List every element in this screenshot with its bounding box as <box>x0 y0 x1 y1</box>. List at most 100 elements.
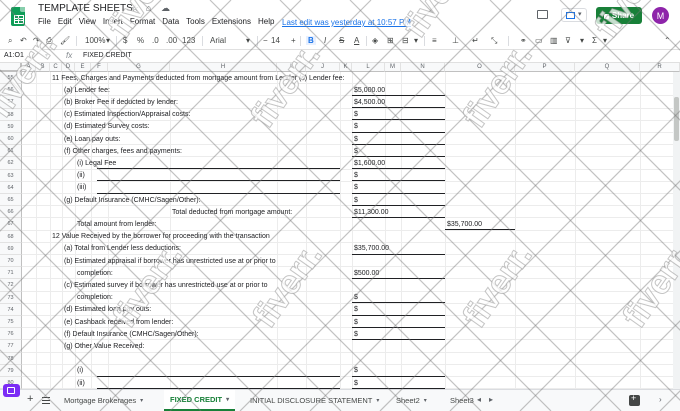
row-header[interactable]: 73 <box>0 291 22 304</box>
sheets-logo-icon[interactable] <box>11 7 25 26</box>
text-color-button[interactable]: A <box>354 36 359 45</box>
functions-icon[interactable]: Σ <box>592 36 597 45</box>
column-header-j[interactable]: J <box>306 63 340 72</box>
comment-history-icon[interactable] <box>537 10 548 19</box>
column-header-h[interactable]: H <box>170 63 277 72</box>
cell-e71[interactable]: completion: <box>77 269 113 278</box>
row-header[interactable]: 76 <box>0 328 22 341</box>
row-header[interactable]: 77 <box>0 340 22 353</box>
currency-format-button[interactable]: $ <box>123 36 127 45</box>
cell-l56[interactable]: $5,000.00 <box>354 86 385 95</box>
name-box[interactable]: A1:O1 <box>4 52 24 59</box>
row-header[interactable]: 78 <box>0 352 22 365</box>
font-size-input[interactable]: 14 <box>271 36 280 45</box>
row-header[interactable]: 75 <box>0 316 22 329</box>
cell-d57[interactable]: (b) Broker Fee if deducted by lender: <box>64 98 178 107</box>
menu-item-data[interactable]: Data <box>162 17 179 26</box>
present-button[interactable]: ▾ <box>561 8 587 22</box>
menu-item-tools[interactable]: Tools <box>186 17 205 26</box>
column-header-i[interactable]: I <box>277 63 306 72</box>
cell-l64[interactable]: $ <box>354 183 358 192</box>
zoom-select[interactable]: 100% <box>85 36 105 45</box>
cell-c55[interactable]: 11 Fees, Charges and Payments deducted f… <box>52 74 344 83</box>
row-header[interactable]: 64 <box>0 181 22 194</box>
column-header-o[interactable]: O <box>445 63 515 72</box>
row-header[interactable]: 62 <box>0 157 22 170</box>
horizontal-align-icon[interactable]: ≡ <box>432 36 437 45</box>
cell-d58[interactable]: (c) Estimated Inspection/Appraisal costs… <box>64 110 190 119</box>
cell-l69[interactable]: $35,700.00 <box>354 244 389 253</box>
cell-h66[interactable]: Total deducted from mortgage amount: <box>172 208 292 217</box>
cell-d74[interactable]: (d) Estimated loan pay outs: <box>64 305 151 314</box>
menu-item-insert[interactable]: Insert <box>103 17 123 26</box>
text-wrap-icon[interactable]: ↵ <box>472 36 479 45</box>
row-header[interactable]: 56 <box>0 84 22 97</box>
row-header[interactable]: 66 <box>0 206 22 219</box>
font-size-increase-icon[interactable]: + <box>291 36 296 45</box>
strikethrough-button[interactable]: S <box>339 36 344 45</box>
chevron-up-icon[interactable]: ⌃ <box>664 36 671 45</box>
chevron-down-icon[interactable]: ▾ <box>424 397 427 404</box>
font-family-select[interactable]: Arial <box>210 36 226 45</box>
row-header[interactable]: 58 <box>0 108 22 121</box>
cell-l79[interactable]: $ <box>354 366 358 375</box>
cell-e63[interactable]: (ii) <box>77 171 85 180</box>
menu-item-extensions[interactable]: Extensions <box>212 17 251 26</box>
cell-e73[interactable]: completion: <box>77 293 113 302</box>
last-edit-link[interactable]: Last edit was yesterday at 10:57 PM <box>282 18 411 27</box>
cell-l76[interactable]: $ <box>354 330 358 339</box>
menu-item-view[interactable]: View <box>79 17 96 26</box>
sheet-tab-mortgage-brokerages[interactable]: Mortgage Brokerages ▾ <box>58 390 149 411</box>
cell-e64[interactable]: (iii) <box>77 183 86 192</box>
chevron-right-icon[interactable]: ▸ <box>489 395 493 404</box>
cell-l62[interactable]: $1,600.00 <box>354 159 385 168</box>
cell-l61[interactable]: $ <box>354 147 358 156</box>
cell-d65[interactable]: (g) Default Insurance (CMHC/Sagen/Other)… <box>64 196 201 205</box>
cell-d59[interactable]: (d) Estimated Survey costs: <box>64 122 150 131</box>
cell-l63[interactable]: $ <box>354 171 358 180</box>
column-header-f[interactable]: F <box>91 63 108 72</box>
sheet-tab-initial-disclosure-statement[interactable]: INITIAL DISCLOSURE STATEMENT ▾ <box>244 390 385 411</box>
column-header-b[interactable]: B <box>36 63 50 72</box>
star-icon[interactable]: ☆ <box>131 3 139 14</box>
share-button[interactable]: Share <box>596 7 642 24</box>
fill-color-icon[interactable]: ◈ <box>372 36 378 45</box>
menu-item-help[interactable]: Help <box>258 17 274 26</box>
column-header-l[interactable]: L <box>352 63 385 72</box>
cell-l57[interactable]: $4,500.00 <box>354 98 385 107</box>
chevron-down-icon[interactable]: ▾ <box>226 396 229 403</box>
cell-d76[interactable]: (f) Default Insurance (CMHC/Sagen/Other)… <box>64 330 199 339</box>
cell-l73[interactable]: $ <box>354 293 358 302</box>
chevron-down-icon[interactable]: ▾ <box>140 397 143 404</box>
cell-l59[interactable]: $ <box>354 122 358 131</box>
select-all-corner[interactable] <box>0 63 22 72</box>
cell-e67[interactable]: Total amount from lender: <box>77 220 156 229</box>
cell-l60[interactable]: $ <box>354 135 358 144</box>
sheet-tab-fixed-credit[interactable]: FIXED CREDIT ▾ <box>164 390 236 411</box>
insert-link-icon[interactable]: ⚭ <box>520 36 527 45</box>
menu-item-edit[interactable]: Edit <box>58 17 72 26</box>
cell-e62[interactable]: (i) Legal Fee <box>77 159 116 168</box>
cell-l74[interactable]: $ <box>354 305 358 314</box>
cell-e80[interactable]: (ii) <box>77 379 85 388</box>
paint-format-icon[interactable]: 🖌 <box>60 36 70 45</box>
cell-l71[interactable]: $500.00 <box>354 269 379 278</box>
chevron-down-icon[interactable]: ▾ <box>376 397 379 404</box>
column-header-a[interactable]: A <box>22 63 36 72</box>
cell-d70[interactable]: (b) Estimated appraisal if borrower has … <box>64 257 276 266</box>
row-header[interactable]: 67 <box>0 218 22 231</box>
increase-decimal-button[interactable]: .00 <box>166 36 177 45</box>
font-size-decrease-icon[interactable]: − <box>263 36 268 45</box>
column-header-r[interactable]: R <box>640 63 680 72</box>
row-header[interactable]: 63 <box>0 169 22 182</box>
side-panel-collapse-icon[interactable]: › <box>659 395 662 404</box>
cell-d56[interactable]: (a) Lender fee: <box>64 86 110 95</box>
row-header[interactable]: 65 <box>0 194 22 207</box>
cell-l75[interactable]: $ <box>354 318 358 327</box>
row-header[interactable]: 74 <box>0 303 22 316</box>
chevron-down-icon[interactable]: ▾ <box>45 52 48 59</box>
more-formats-button[interactable]: 123 <box>182 36 195 45</box>
decrease-decimal-button[interactable]: .0 <box>152 36 159 45</box>
vertical-align-icon[interactable]: ⊥ <box>452 36 459 45</box>
borders-icon[interactable]: ⊞ <box>387 36 394 45</box>
